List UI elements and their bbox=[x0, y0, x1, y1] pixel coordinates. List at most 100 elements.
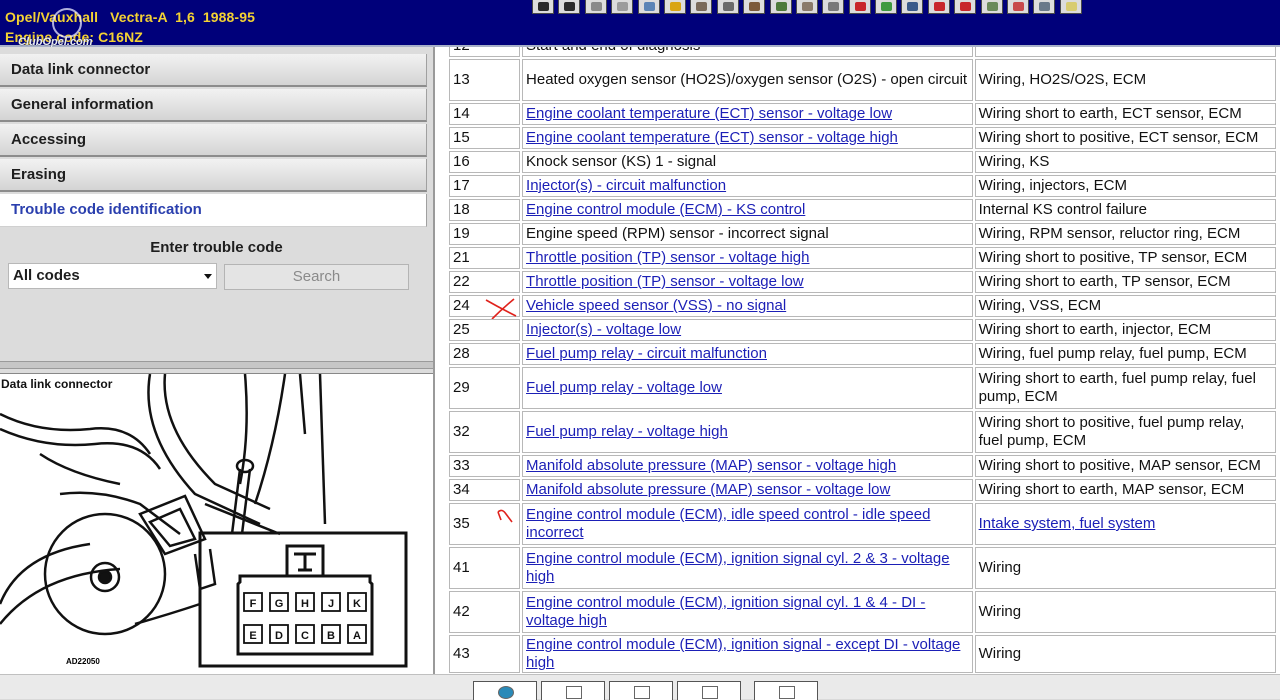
footer-button[interactable] bbox=[754, 681, 818, 700]
probable-cause: Wiring, VSS, ECM bbox=[974, 295, 1276, 317]
toolbar-button[interactable] bbox=[980, 0, 1003, 14]
code-description-link[interactable]: Engine coolant temperature (ECT) sensor … bbox=[522, 103, 973, 125]
table-row: 16 Knock sensor (KS) 1 - signal Wiring, KS bbox=[449, 151, 1276, 173]
code-description-link[interactable]: Fuel pump relay - voltage high bbox=[522, 411, 973, 453]
table-row: 43 Engine control module (ECM), ignition … bbox=[449, 635, 1276, 673]
toolbar-button[interactable] bbox=[690, 0, 713, 14]
probable-cause: Wiring short to earth, MAP sensor, ECM bbox=[974, 479, 1276, 501]
trouble-code: 42 bbox=[453, 603, 470, 620]
page-icon bbox=[617, 2, 629, 11]
nav-item-data-link-connector[interactable]: Data link connector bbox=[0, 54, 427, 87]
table-row: 19 Engine speed (RPM) sensor - incorrect … bbox=[449, 223, 1276, 245]
code-description-link[interactable]: Engine control module (ECM), ignition si… bbox=[522, 635, 973, 673]
nav-item-label: General information bbox=[11, 96, 154, 113]
code-description-link[interactable]: Injector(s) - voltage low bbox=[522, 319, 973, 341]
wrench-icon bbox=[696, 2, 708, 11]
vehicle-title: Opel/Vauxhall Vectra-A 1,6 1988-95 bbox=[5, 9, 255, 25]
probable-cause: Wiring, injectors, ECM bbox=[974, 175, 1276, 197]
toolbar-button[interactable] bbox=[795, 0, 818, 14]
code-description: Knock sensor (KS) 1 - signal bbox=[522, 151, 973, 173]
code-description-link[interactable]: Engine coolant temperature (ECT) sensor … bbox=[522, 127, 973, 149]
toolbar-button[interactable] bbox=[663, 0, 686, 14]
toolbar-button[interactable] bbox=[584, 0, 607, 14]
trouble-code: 28 bbox=[453, 345, 470, 362]
dropdown-value: All codes bbox=[13, 267, 80, 284]
code-description-link[interactable]: Injector(s) - circuit malfunction bbox=[522, 175, 973, 197]
toolbar-button[interactable] bbox=[743, 0, 766, 14]
toolbar-button[interactable] bbox=[532, 0, 554, 14]
code-description-link[interactable]: Engine control module (ECM) - KS control bbox=[522, 199, 973, 221]
engine-icon bbox=[749, 2, 761, 11]
code-description-link[interactable]: Fuel pump relay - circuit malfunction bbox=[522, 343, 973, 365]
probable-cause-link[interactable]: Intake system, fuel system bbox=[974, 503, 1276, 545]
probable-cause: Wiring bbox=[974, 635, 1276, 673]
trouble-code: 22 bbox=[453, 273, 470, 290]
code-description-link[interactable]: Engine control module (ECM), idle speed … bbox=[522, 503, 973, 545]
chevron-down-icon bbox=[204, 274, 212, 279]
nav-item-general-information[interactable]: General information bbox=[0, 89, 427, 122]
code-description-link[interactable]: Throttle position (TP) sensor - voltage … bbox=[522, 247, 973, 269]
panel-splitter[interactable] bbox=[0, 361, 433, 369]
pin-label: G bbox=[275, 598, 284, 610]
toolbar-button[interactable] bbox=[927, 0, 950, 14]
table-row: 14 Engine coolant temperature (ECT) senso… bbox=[449, 103, 1276, 125]
toolbar-button[interactable] bbox=[1007, 0, 1030, 14]
toolbar-button[interactable] bbox=[822, 0, 845, 14]
code-description-link[interactable]: Manifold absolute pressure (MAP) sensor … bbox=[522, 479, 973, 501]
trouble-code: 43 bbox=[453, 645, 470, 662]
code-description-link[interactable]: Vehicle speed sensor (VSS) - no signal bbox=[522, 295, 973, 317]
table-row: 22 Throttle position (TP) sensor - voltag… bbox=[449, 271, 1276, 293]
print-icon bbox=[566, 686, 582, 699]
toolbar-button[interactable] bbox=[611, 0, 634, 14]
code-cell: 33 bbox=[449, 455, 521, 477]
trouble-code: 41 bbox=[453, 559, 470, 576]
code-cell: 18 bbox=[449, 199, 521, 221]
diagram-title: Data link connector bbox=[1, 377, 113, 391]
table-row: 12 Start and end of diagnosis bbox=[449, 47, 1276, 57]
toolbar-button[interactable] bbox=[1059, 0, 1082, 14]
code-description-link[interactable]: Manifold absolute pressure (MAP) sensor … bbox=[522, 455, 973, 477]
toolbar-button[interactable] bbox=[637, 0, 660, 14]
footer-button[interactable] bbox=[541, 681, 605, 700]
footer-button[interactable] bbox=[609, 681, 673, 700]
search-button[interactable]: Search bbox=[224, 264, 409, 290]
toolbar-button[interactable] bbox=[954, 0, 977, 14]
watermark-logo-icon bbox=[52, 8, 82, 38]
trouble-code: 29 bbox=[453, 379, 470, 396]
code-cell: 14 bbox=[449, 103, 521, 125]
code-filter-dropdown[interactable]: All codes bbox=[8, 263, 217, 289]
footer-toolbar bbox=[0, 674, 1280, 700]
toolbar-button[interactable] bbox=[848, 0, 871, 14]
nav-item-erasing[interactable]: Erasing bbox=[0, 159, 427, 192]
code-cell: 12 bbox=[449, 47, 521, 57]
table-row: 28 Fuel pump relay - circuit malfunction W… bbox=[449, 343, 1276, 365]
code-description-link[interactable]: Fuel pump relay - voltage low bbox=[522, 367, 973, 409]
trouble-code: 13 bbox=[453, 71, 470, 88]
toolbar-button[interactable] bbox=[901, 0, 924, 14]
code-cell: 16 bbox=[449, 151, 521, 173]
nav-item-trouble-code-identification[interactable]: Trouble code identification bbox=[0, 194, 427, 227]
footer-button[interactable] bbox=[473, 681, 537, 700]
toolbar-button[interactable] bbox=[875, 0, 898, 14]
enter-trouble-code-label: Enter trouble code bbox=[150, 239, 283, 256]
toolbar-button[interactable] bbox=[558, 0, 581, 14]
pin-label: C bbox=[301, 630, 309, 642]
probable-cause: Internal KS control failure bbox=[974, 199, 1276, 221]
list-icon bbox=[775, 2, 787, 11]
pin-label: A bbox=[353, 630, 361, 642]
toolbar-button[interactable] bbox=[716, 0, 739, 14]
toolbar-button[interactable] bbox=[1033, 0, 1056, 14]
probable-cause: Wiring bbox=[974, 591, 1276, 633]
table-row: 33 Manifold absolute pressure (MAP) senso… bbox=[449, 455, 1276, 477]
footer-button[interactable] bbox=[677, 681, 741, 700]
pin-label: H bbox=[301, 598, 309, 610]
nav-item-accessing[interactable]: Accessing bbox=[0, 124, 427, 157]
code-description-link[interactable]: Engine control module (ECM), ignition si… bbox=[522, 547, 973, 589]
home-icon bbox=[498, 686, 514, 699]
code-cell: 24 bbox=[449, 295, 521, 320]
code-description-link[interactable]: Throttle position (TP) sensor - voltage … bbox=[522, 271, 973, 293]
copy-icon bbox=[702, 686, 718, 699]
toolbar-button[interactable] bbox=[769, 0, 792, 14]
table-row: 34 Manifold absolute pressure (MAP) senso… bbox=[449, 479, 1276, 501]
code-description-link[interactable]: Engine control module (ECM), ignition si… bbox=[522, 591, 973, 633]
